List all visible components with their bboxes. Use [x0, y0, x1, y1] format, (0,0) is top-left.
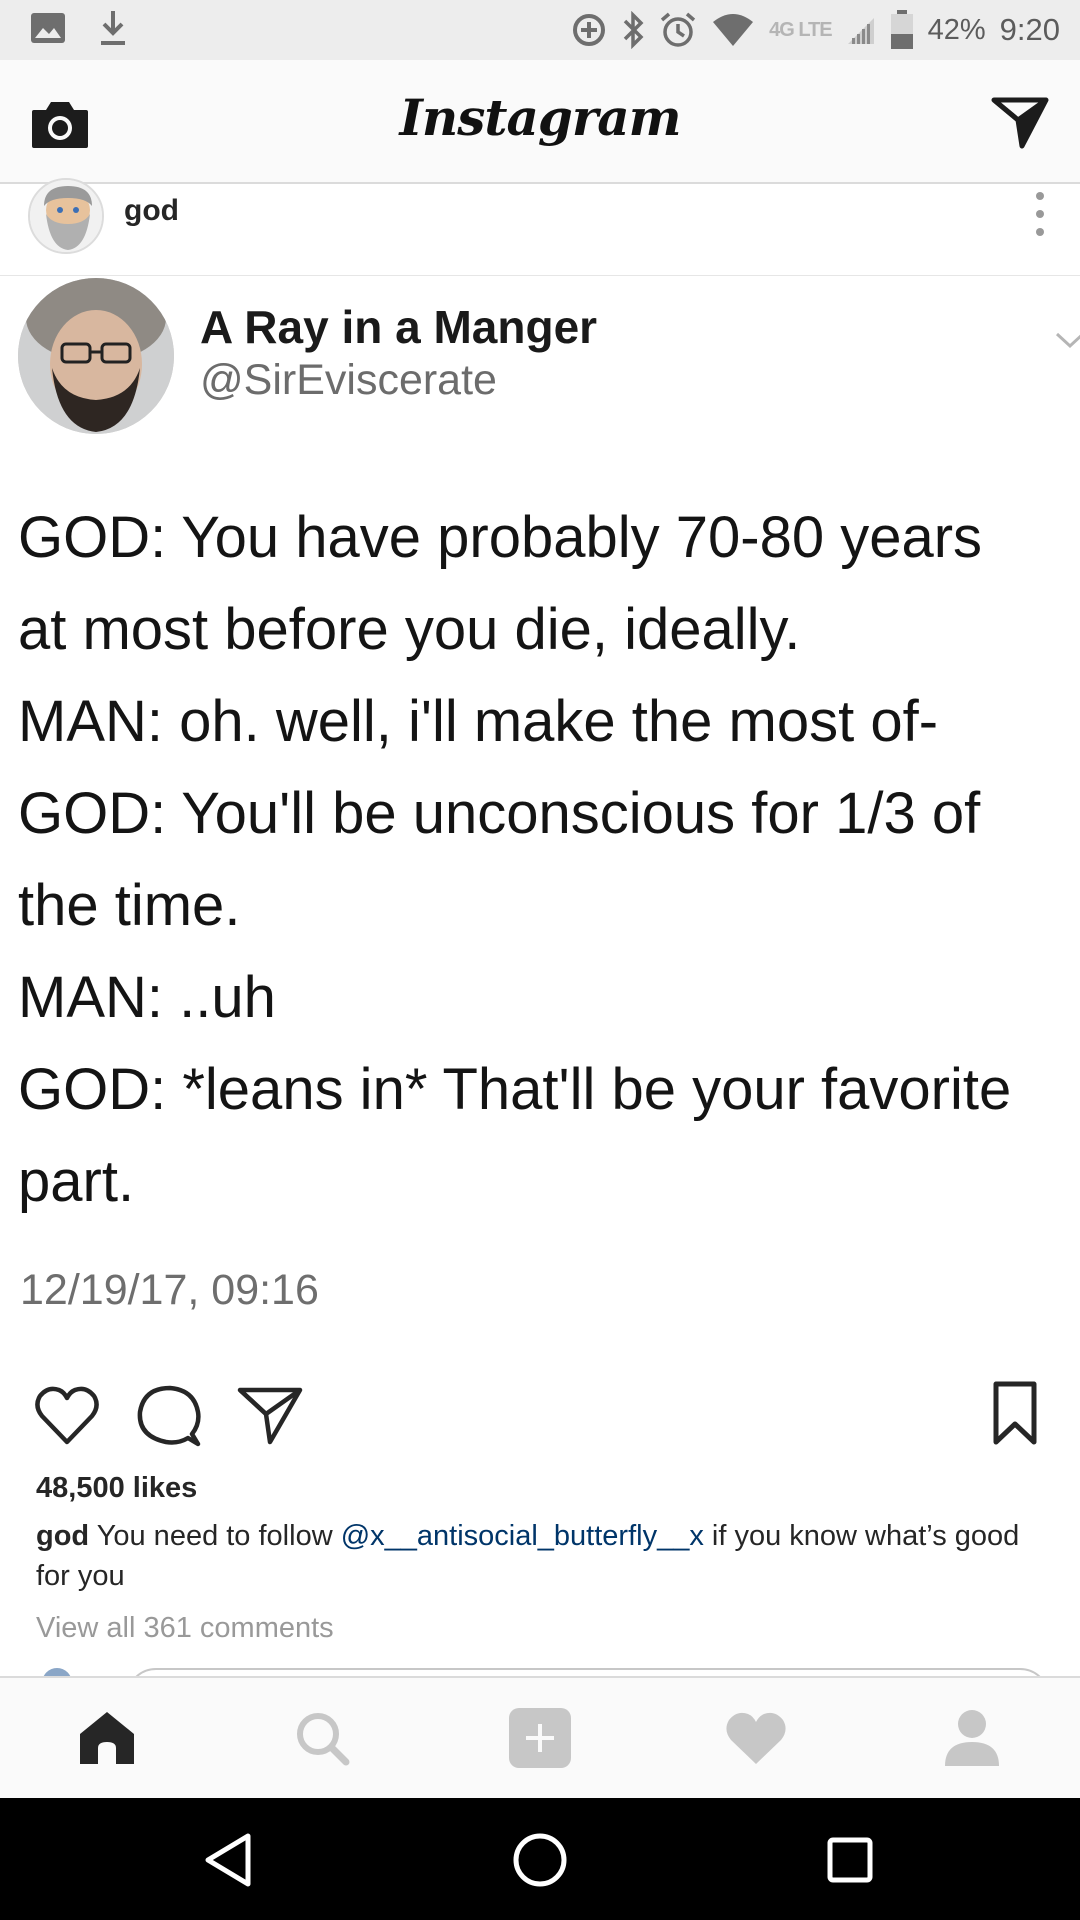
status-bar: 4G LTE 42% 9:20 [0, 0, 1080, 60]
search-icon[interactable] [288, 1706, 358, 1770]
app-header: Instagram [0, 60, 1080, 184]
caption-mention-link[interactable]: @x__antisocial_butterfly__x [341, 1520, 704, 1552]
more-vertical-icon[interactable] [1030, 188, 1050, 238]
back-icon[interactable] [198, 1828, 262, 1892]
tweet-line: MAN: ..uh [18, 965, 276, 1030]
tweet-text: GOD: You have probably 70-80 years at mo… [18, 492, 1068, 1228]
network-label: 4G LTE [769, 18, 833, 41]
tweet-timestamp: 12/19/17, 09:16 [20, 1266, 319, 1314]
bottom-nav [0, 1676, 1080, 1798]
app-title: Instagram [399, 88, 682, 147]
wifi-icon [711, 12, 755, 48]
alarm-icon [659, 11, 697, 49]
chevron-down-icon [1054, 326, 1080, 352]
tweet-line: GOD: You have probably 70-80 years [18, 505, 983, 570]
tweet-line: GOD: You'll be unconscious for 1/3 of [18, 781, 981, 846]
tweet-line: GOD: *leans in* That'll be your favorite [18, 1057, 1012, 1122]
add-comment-row [0, 1664, 1080, 1676]
bookmark-icon[interactable] [990, 1380, 1060, 1450]
profile-icon[interactable] [937, 1706, 1007, 1770]
comment-input[interactable] [126, 1668, 1050, 1676]
battery-icon [890, 10, 914, 50]
post-actions [0, 1370, 1080, 1460]
tweet-line: at most before you die, ideally. [18, 597, 801, 662]
tweet-line: the time. [18, 873, 241, 938]
like-heart-icon[interactable] [32, 1380, 102, 1450]
system-nav-bar [0, 1798, 1080, 1920]
comment-icon[interactable] [134, 1380, 204, 1450]
tweet-line: part. [18, 1149, 135, 1214]
tweet-line: MAN: oh. well, i'll make the most of- [18, 689, 939, 754]
add-post-icon[interactable] [505, 1706, 575, 1770]
home-icon[interactable] [72, 1706, 142, 1770]
tweet-handle: @SirEviscerate [200, 356, 497, 404]
battery-percent: 42% [927, 13, 986, 46]
recents-icon[interactable] [818, 1828, 882, 1892]
post-image[interactable]: A Ray in a Manger @SirEviscerate GOD: Yo… [0, 276, 1080, 1346]
tweet-display-name: A Ray in a Manger [200, 301, 598, 353]
likes-count[interactable]: 48,500 likes [36, 1472, 197, 1505]
tweet-avatar [18, 278, 174, 434]
post-caption: god You need to follow @x__antisocial_bu… [36, 1516, 1046, 1596]
post-username[interactable]: god [124, 194, 179, 228]
clock-time: 9:20 [999, 12, 1060, 47]
gallery-icon [30, 12, 66, 49]
data-saver-icon [571, 12, 607, 48]
download-icon [98, 9, 128, 52]
caption-username[interactable]: god [36, 1520, 89, 1552]
caption-text: You need to follow [89, 1520, 341, 1552]
view-comments-link[interactable]: View all 361 comments [36, 1612, 334, 1645]
home-circle-icon[interactable] [508, 1828, 572, 1892]
direct-message-icon[interactable] [990, 94, 1050, 150]
post-header: god [0, 178, 1080, 276]
signal-icon [846, 14, 876, 46]
avatar[interactable] [28, 178, 104, 254]
share-icon[interactable] [236, 1380, 306, 1450]
avatar [42, 1668, 72, 1676]
activity-heart-icon[interactable] [721, 1706, 791, 1770]
bluetooth-icon [621, 11, 645, 49]
